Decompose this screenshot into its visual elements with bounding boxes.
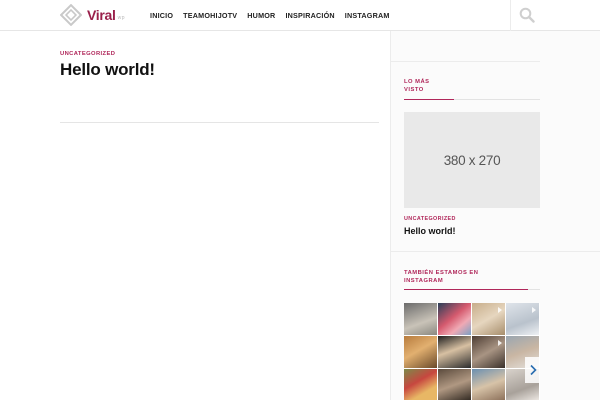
sidebar-post-category[interactable]: UNCATEGORIZED <box>404 216 456 222</box>
instagram-tile[interactable] <box>472 369 506 400</box>
widget-underline-accent <box>404 289 528 290</box>
sidebar-post-title[interactable]: Hello world! <box>404 226 456 236</box>
logo-subtext: wp <box>117 15 126 21</box>
instagram-feed-grid <box>404 303 540 400</box>
post-divider <box>60 122 379 123</box>
widget-title-line: LO MÁS <box>404 79 430 85</box>
instagram-tile[interactable] <box>438 369 472 400</box>
widget-underline-accent <box>404 99 454 100</box>
instagram-tile[interactable] <box>404 303 438 336</box>
post-title: Hello world! <box>60 60 155 79</box>
sidebar-top-divider <box>391 61 540 62</box>
video-icon <box>498 340 502 346</box>
nav-item-instagram[interactable]: INSTAGRAM <box>345 11 390 20</box>
nav-item-inicio[interactable]: INICIO <box>150 11 173 20</box>
instagram-tile[interactable] <box>472 303 506 336</box>
widget-title-instagram: TAMBIÉN ESTAMOS EN INSTAGRAM <box>404 269 478 285</box>
post-thumbnail-placeholder[interactable]: 380 x 270 <box>404 112 540 208</box>
logo-icon <box>60 4 82 26</box>
instagram-tile[interactable] <box>404 336 438 369</box>
widget-title-line: TAMBIÉN ESTAMOS EN <box>404 270 479 276</box>
instagram-tile[interactable] <box>438 336 472 369</box>
search-area <box>510 0 600 31</box>
nav-item-humor[interactable]: HUMOR <box>247 11 275 20</box>
instagram-tile[interactable] <box>472 336 506 369</box>
search-icon[interactable] <box>519 7 535 23</box>
post-category[interactable]: UNCATEGORIZED <box>60 51 115 57</box>
site-header: Viral wp INICIO TEAMOHIJOTV HUMOR INSPIR… <box>0 0 600 31</box>
thumbnail-size-label: 380 x 270 <box>443 152 501 168</box>
widget-title-line: INSTAGRAM <box>404 278 444 284</box>
instagram-tile[interactable] <box>438 303 472 336</box>
instagram-tile[interactable] <box>506 303 540 336</box>
logo-text: Viral <box>87 7 116 23</box>
widget-underline <box>454 99 540 100</box>
instagram-tile[interactable] <box>404 369 438 400</box>
nav-item-teamohijotv[interactable]: TEAMOHIJOTV <box>183 11 237 20</box>
nav-item-inspiracion[interactable]: INSPIRACIÓN <box>285 11 334 20</box>
video-icon <box>498 307 502 313</box>
main-nav: INICIO TEAMOHIJOTV HUMOR INSPIRACIÓN INS… <box>150 0 400 31</box>
widget-title-most-viewed: LO MÁS VISTO <box>404 78 430 94</box>
widget-underline <box>528 289 540 290</box>
site-logo[interactable]: Viral wp <box>60 4 125 26</box>
chevron-right-icon <box>529 364 537 376</box>
instagram-next-button[interactable] <box>525 357 540 383</box>
video-icon <box>532 307 536 313</box>
sidebar-divider <box>391 251 600 252</box>
widget-title-line: VISTO <box>404 87 424 93</box>
